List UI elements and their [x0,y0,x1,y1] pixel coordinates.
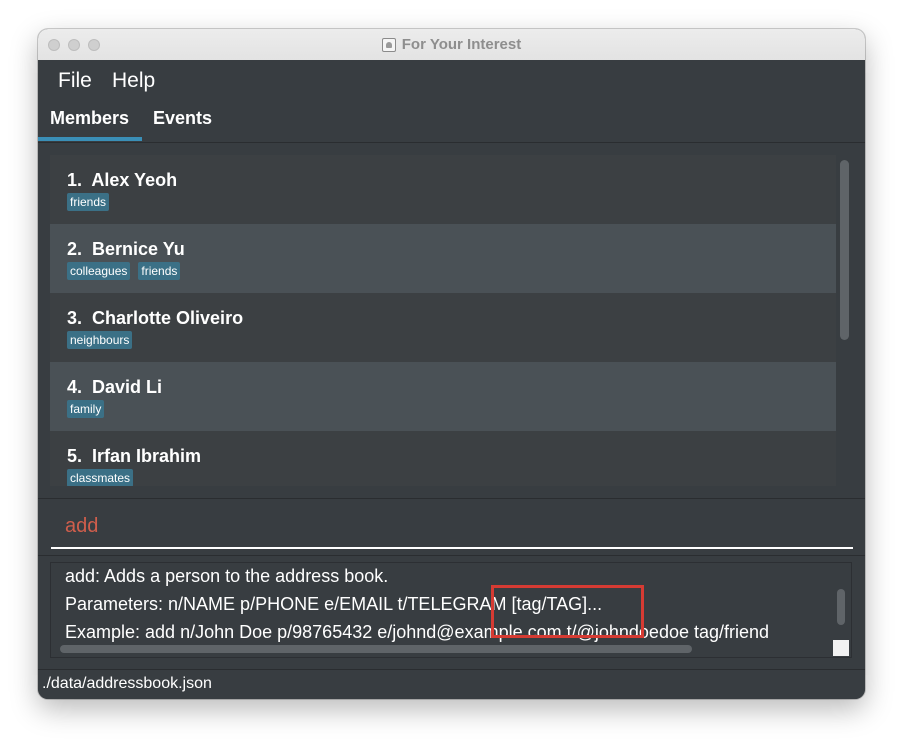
tab-events[interactable]: Events [153,108,212,129]
member-name: Irfan Ibrahim [92,446,202,466]
tag: classmates [67,469,134,486]
member-title: 5. Irfan Ibrahim [67,446,201,467]
member-title: 3. Charlotte Oliveiro [67,308,243,329]
tag: friends [67,193,110,211]
active-tab-indicator [38,137,142,141]
member-name: Alex Yeoh [91,170,178,190]
member-row[interactable]: 5. Irfan Ibrahim classmates [50,431,836,486]
tag: neighbours [67,331,133,349]
member-list[interactable]: 1. Alex Yeoh friends 2. Bernice Yu colle… [50,155,836,486]
tag: colleagues [67,262,131,280]
member-index: 4. [67,377,83,397]
member-row[interactable]: 3. Charlotte Oliveiro neighbours [50,293,836,362]
highlight-box [491,585,644,638]
divider [38,498,865,499]
menu-file[interactable]: File [58,69,92,93]
member-title: 4. David Li [67,377,162,398]
member-name: Charlotte Oliveiro [92,308,244,328]
result-display[interactable]: add: Adds a person to the address book. … [50,562,852,658]
result-vertical-scrollbar[interactable] [837,589,845,625]
member-row[interactable]: 4. David Li family [50,362,836,431]
tag: family [67,400,105,418]
member-index: 5. [67,446,83,466]
member-title: 2. Bernice Yu [67,239,185,260]
menu-bar: File Help [38,60,865,100]
tag-list: family [67,400,105,418]
command-input[interactable]: add [51,513,853,549]
tab-bar: Members Events [38,100,865,143]
document-icon [381,37,396,52]
status-bar: ./data/addressbook.json [38,669,865,699]
tag-list: colleagues friends [67,262,181,280]
tag-list: classmates [67,469,134,486]
command-input-text: add [65,515,99,537]
window-title: For Your Interest [401,36,522,53]
member-name: Bernice Yu [92,239,185,259]
tab-members[interactable]: Members [50,108,129,129]
divider [38,555,865,556]
member-index: 3. [67,308,83,328]
member-title: 1. Alex Yeoh [67,170,177,191]
member-list-scrollbar[interactable] [840,160,849,340]
member-row[interactable]: 1. Alex Yeoh friends [50,155,836,224]
tag-list: friends [67,193,110,211]
member-index: 1. [67,170,83,190]
tag: friends [138,262,181,280]
app-window: For Your Interest File Help Members Even… [38,29,865,699]
member-index: 2. [67,239,83,259]
menu-help[interactable]: Help [112,69,155,93]
member-row[interactable]: 2. Bernice Yu colleagues friends [50,224,836,293]
data-file-path: ./data/addressbook.json [42,675,212,692]
title-bar: For Your Interest [38,29,865,61]
result-line: add: Adds a person to the address book. [65,566,389,586]
member-name: David Li [92,377,163,397]
result-horizontal-scrollbar[interactable] [60,645,692,653]
tag-list: neighbours [67,331,133,349]
scroll-corner [833,640,849,656]
result-line: Example: add n/John Doe p/98765432 e/joh… [65,622,770,642]
